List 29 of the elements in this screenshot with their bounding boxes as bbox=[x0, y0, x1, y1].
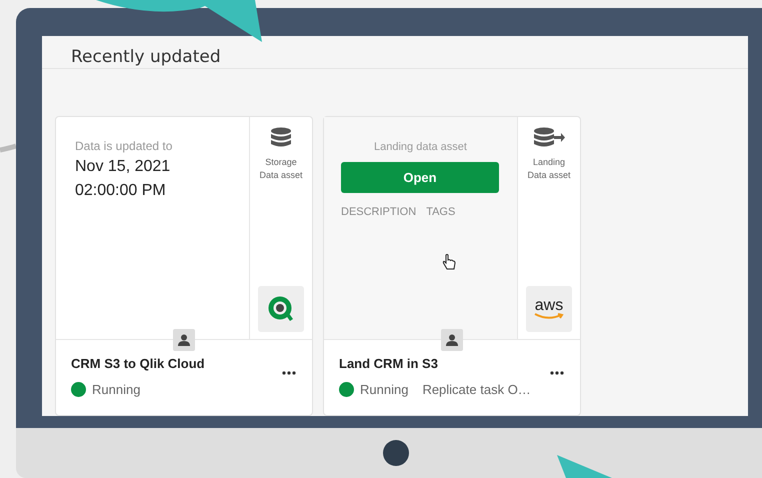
hand-pointer-icon bbox=[442, 254, 456, 270]
more-options-icon[interactable] bbox=[550, 371, 564, 375]
update-time: 02:00:00 PM bbox=[75, 181, 167, 201]
status-dot bbox=[339, 382, 354, 397]
tab-link[interactable]: TAGS bbox=[426, 206, 456, 218]
update-label: Data is updated to bbox=[75, 139, 174, 153]
smile-arrow-icon bbox=[534, 313, 564, 320]
asset-type-label: Landing Data asset bbox=[526, 156, 572, 182]
task-detail: Replicate task O… bbox=[422, 382, 531, 397]
database-arrow-icon bbox=[532, 127, 566, 149]
status-dot bbox=[71, 382, 86, 397]
database-icon bbox=[269, 127, 293, 149]
user-icon bbox=[446, 334, 458, 346]
curve-line bbox=[0, 144, 17, 152]
asset-heading: Landing data asset bbox=[374, 141, 467, 153]
task-name[interactable]: CRM S3 to Qlik Cloud bbox=[71, 356, 205, 371]
status-text: Running bbox=[92, 382, 140, 397]
task-name[interactable]: Land CRM in S3 bbox=[339, 356, 438, 371]
user-icon bbox=[178, 334, 190, 346]
camera-dot-icon bbox=[383, 440, 409, 466]
aws-logo-text: aws bbox=[534, 298, 564, 313]
asset-type-label: Storage Data asset bbox=[258, 156, 304, 182]
qlik-logo-icon bbox=[268, 296, 294, 322]
tab-link[interactable]: DESCRIPTION bbox=[341, 206, 416, 218]
open-button[interactable]: Open bbox=[341, 162, 499, 193]
more-options-icon[interactable] bbox=[282, 371, 296, 375]
update-date: Nov 15, 2021 bbox=[75, 157, 172, 177]
status-text: Running bbox=[360, 382, 408, 397]
section-title: Recently updated bbox=[71, 47, 221, 67]
